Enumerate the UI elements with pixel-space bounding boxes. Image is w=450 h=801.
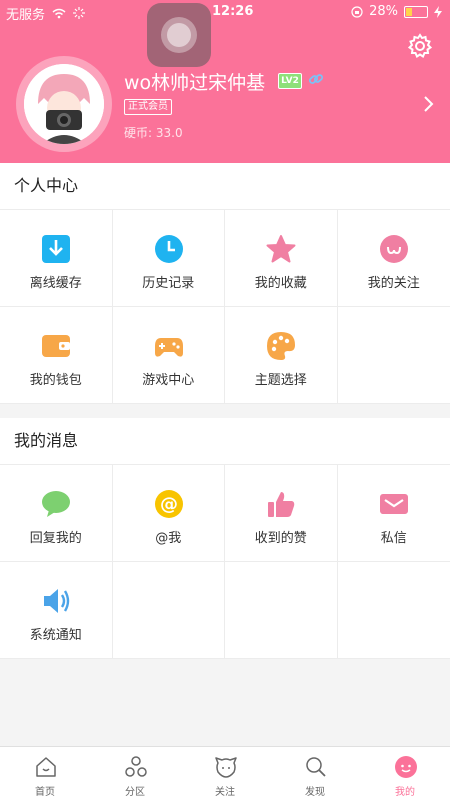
- tab-categories[interactable]: 分区: [90, 747, 180, 801]
- avatar-ring[interactable]: [16, 56, 112, 152]
- grid-item-label: 主题选择: [225, 369, 337, 388]
- grid-item-label: @我: [113, 527, 225, 546]
- grid-item-empty: [338, 562, 450, 659]
- status-right: 28%: [351, 4, 442, 19]
- orientation-lock-icon: [351, 6, 363, 18]
- personal-center-card: 个人中心 离线缓存 历史记录 我的收藏: [0, 163, 450, 404]
- profile-header: 无服务 12:26 28%: [0, 0, 450, 170]
- grid-item-empty: [338, 307, 450, 404]
- personal-center-grid: 离线缓存 历史记录 我的收藏 我的关注: [0, 210, 450, 404]
- grid-item-label: 系统通知: [0, 624, 112, 643]
- grid-item-label: 历史记录: [113, 272, 225, 291]
- clock-icon: [154, 234, 184, 264]
- username[interactable]: wo林帅过宋仲基: [124, 68, 265, 95]
- grid-item-offline-cache[interactable]: 离线缓存: [0, 210, 113, 307]
- grid-item-label: 我的关注: [338, 272, 450, 291]
- tab-follow[interactable]: 关注: [180, 747, 270, 801]
- grid-item-label: 游戏中心: [113, 369, 225, 388]
- loading-icon: [73, 7, 85, 19]
- gamepad-icon: [154, 331, 184, 361]
- grid-item-label: 我的钱包: [0, 369, 112, 388]
- level-badge: LV2: [278, 73, 302, 89]
- member-tag: 正式会员: [124, 99, 172, 115]
- avatar-image: [24, 64, 104, 144]
- grid-item-label: 私信: [338, 527, 450, 546]
- settings-gear-icon[interactable]: [406, 32, 434, 60]
- grid-item-following[interactable]: 我的关注: [338, 210, 450, 307]
- grid-item-theme[interactable]: 主题选择: [225, 307, 338, 404]
- battery-percent: 28%: [369, 4, 398, 19]
- grid-item-label: 我的收藏: [225, 272, 337, 291]
- mine-icon: [394, 755, 418, 779]
- grid-item-private-message[interactable]: 私信: [338, 465, 450, 562]
- section-title-personal-center: 个人中心: [0, 163, 450, 210]
- follow-icon: [214, 755, 238, 779]
- tab-label: 发现: [270, 783, 360, 798]
- status-bar: 无服务 12:26 28%: [0, 0, 450, 24]
- svg-text:@: @: [160, 494, 178, 515]
- link-icon[interactable]: [308, 71, 324, 87]
- grid-item-history[interactable]: 历史记录: [113, 210, 226, 307]
- chat-bubble-icon: [41, 489, 71, 519]
- thumbs-up-icon: [266, 489, 296, 519]
- bottom-tab-bar: 首页 分区 关注 发现 我的: [0, 746, 450, 801]
- grid-item-favorites[interactable]: 我的收藏: [225, 210, 338, 307]
- tab-label: 分区: [90, 783, 180, 798]
- status-time: 12:26: [212, 4, 253, 19]
- grid-item-label: 离线缓存: [0, 272, 112, 291]
- tab-discover[interactable]: 发现: [270, 747, 360, 801]
- grid-item-game-center[interactable]: 游戏中心: [113, 307, 226, 404]
- battery-icon: [404, 6, 428, 18]
- grid-item-wallet[interactable]: 我的钱包: [0, 307, 113, 404]
- at-icon: @: [154, 489, 184, 519]
- search-icon: [304, 755, 328, 779]
- grid-item-system-notice[interactable]: 系统通知: [0, 562, 113, 659]
- charging-icon: [434, 6, 442, 18]
- categories-icon: [124, 755, 148, 779]
- face-icon: [379, 234, 409, 264]
- grid-item-empty: [113, 562, 226, 659]
- carrier-label: 无服务: [6, 4, 85, 23]
- assistive-touch-button[interactable]: [147, 3, 211, 67]
- grid-item-mentions[interactable]: @ @我: [113, 465, 226, 562]
- section-title-messages: 我的消息: [0, 418, 450, 465]
- tab-label: 首页: [0, 783, 90, 798]
- messages-grid: 回复我的 @ @我 收到的赞 私信: [0, 465, 450, 659]
- coins-label: 硬币: 33.0: [124, 124, 183, 141]
- tab-home[interactable]: 首页: [0, 747, 90, 801]
- grid-item-empty: [225, 562, 338, 659]
- star-icon: [266, 234, 296, 264]
- wallet-icon: [41, 331, 71, 361]
- avatar[interactable]: [24, 64, 104, 144]
- tab-label: 关注: [180, 783, 270, 798]
- grid-item-replies[interactable]: 回复我的: [0, 465, 113, 562]
- mail-icon: [379, 489, 409, 519]
- home-icon: [34, 755, 58, 779]
- grid-item-label: 收到的赞: [225, 527, 337, 546]
- grid-item-likes[interactable]: 收到的赞: [225, 465, 338, 562]
- speaker-icon: [41, 586, 71, 616]
- chevron-right-icon[interactable]: [420, 95, 436, 113]
- grid-item-label: 回复我的: [0, 527, 112, 546]
- tab-mine[interactable]: 我的: [360, 747, 450, 801]
- download-icon: [41, 234, 71, 264]
- wifi-icon: [52, 8, 66, 19]
- tab-label: 我的: [360, 783, 450, 798]
- palette-icon: [266, 331, 296, 361]
- messages-card: 我的消息 回复我的 @ @我 收到的赞: [0, 418, 450, 659]
